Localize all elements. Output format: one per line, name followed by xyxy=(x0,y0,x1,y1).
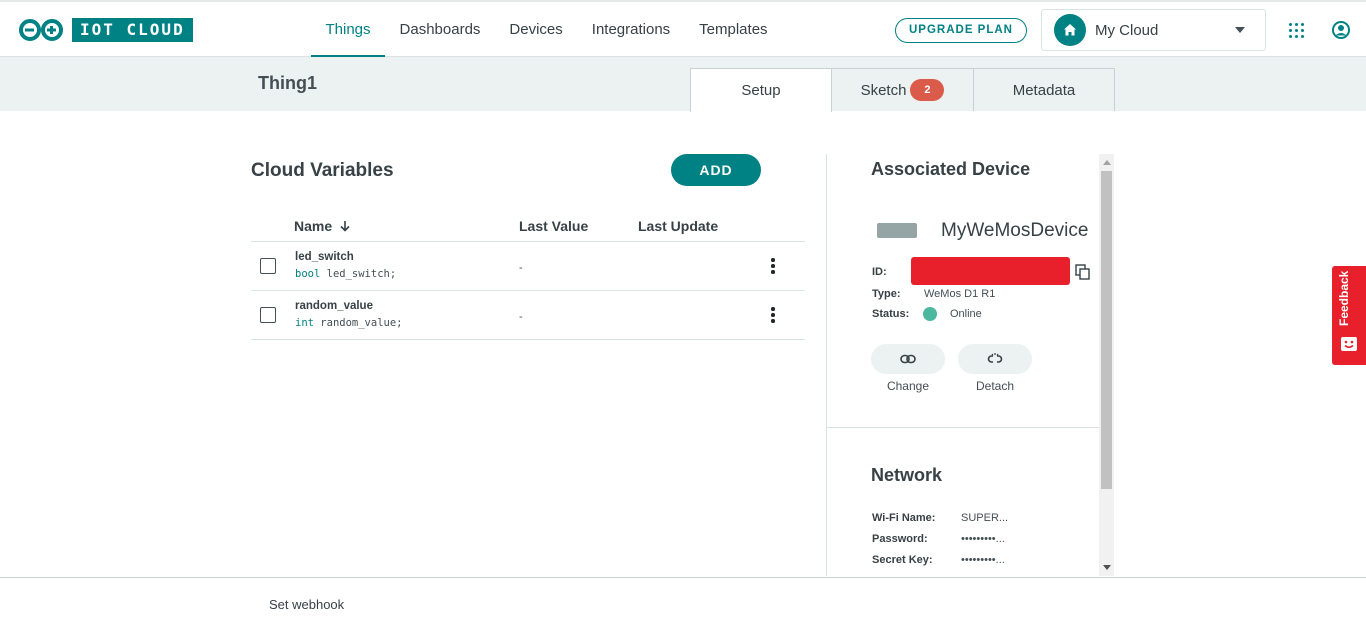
page-title[interactable]: Thing1 xyxy=(258,73,317,94)
cloud-variables-title: Cloud Variables xyxy=(251,160,394,181)
column-name-label: Name xyxy=(294,218,333,234)
variable-last-value: - xyxy=(519,262,523,274)
secret-key-label: Secret Key: xyxy=(872,554,933,566)
change-device-button[interactable] xyxy=(871,344,945,374)
device-panel: Associated Device MyWeMosDevice ID: Type… xyxy=(826,154,1114,576)
thing-tabs: Setup Sketch 2 Metadata xyxy=(690,68,1115,112)
tab-sketch-label: Sketch xyxy=(860,81,907,99)
row-checkbox[interactable] xyxy=(260,307,276,323)
detach-label: Detach xyxy=(975,379,1015,393)
variable-decl-text: led_switch; xyxy=(326,268,397,280)
copy-icon[interactable] xyxy=(1075,264,1091,280)
table-row[interactable]: random_value int random_value; - xyxy=(251,291,805,340)
wifi-name-label: Wi-Fi Name: xyxy=(872,512,936,524)
change-label: Change xyxy=(886,379,930,393)
arduino-logo[interactable]: IOT CLOUD xyxy=(18,18,193,42)
variable-declaration: bool led_switch; xyxy=(295,268,396,280)
link-icon xyxy=(900,354,916,364)
sort-arrow-down-icon xyxy=(340,221,350,232)
network-title: Network xyxy=(871,465,943,485)
row-checkbox[interactable] xyxy=(260,258,276,274)
apps-grid-icon[interactable] xyxy=(1289,23,1305,39)
top-navbar: IOT CLOUD Things Dashboards Devices Inte… xyxy=(0,0,1366,57)
table-row[interactable]: led_switch bool led_switch; - xyxy=(251,242,805,291)
main-nav: Things Dashboards Devices Integrations T… xyxy=(311,2,782,57)
home-icon xyxy=(1054,14,1086,46)
nav-integrations[interactable]: Integrations xyxy=(577,2,684,57)
add-variable-button[interactable]: ADD xyxy=(671,154,761,186)
logo-text: IOT CLOUD xyxy=(72,18,193,42)
tab-sketch[interactable]: Sketch 2 xyxy=(831,68,974,111)
column-name-header[interactable]: Name xyxy=(294,218,351,234)
associated-device-title: Associated Device xyxy=(871,159,1031,179)
detach-device-button[interactable] xyxy=(958,344,1032,374)
tab-metadata[interactable]: Metadata xyxy=(973,68,1115,111)
feedback-icon xyxy=(1341,337,1357,351)
scroll-up-arrow-icon[interactable] xyxy=(1103,160,1111,165)
variable-name: led_switch xyxy=(295,251,354,263)
tab-setup-label: Setup xyxy=(741,82,781,99)
more-options-icon[interactable] xyxy=(769,307,777,323)
device-id-redacted xyxy=(911,257,1070,285)
tab-metadata-label: Metadata xyxy=(1012,81,1076,99)
password-label: Password: xyxy=(872,533,928,545)
device-status-label: Status: xyxy=(872,308,910,320)
variables-table-header: Name Last Value Last Update xyxy=(251,212,805,242)
unlink-icon xyxy=(987,353,1003,363)
chevron-down-icon xyxy=(1235,27,1245,33)
wifi-name-value: SUPER... xyxy=(961,512,1009,524)
footer-bar: Set webhook xyxy=(0,577,1366,626)
board-chip-icon xyxy=(877,223,917,238)
variable-decl-text: random_value; xyxy=(320,317,403,329)
status-online-indicator xyxy=(923,307,937,321)
nav-dashboards[interactable]: Dashboards xyxy=(385,2,495,57)
tab-setup[interactable]: Setup xyxy=(690,68,832,112)
panel-scrollbar-thumb[interactable] xyxy=(1101,171,1112,489)
device-type-label: Type: xyxy=(872,288,901,300)
device-status-value: Online xyxy=(950,308,982,320)
upgrade-plan-button[interactable]: UPGRADE PLAN xyxy=(895,18,1027,43)
section-divider xyxy=(827,427,1101,428)
cloud-selector[interactable]: My Cloud xyxy=(1041,9,1266,51)
thing-header: Thing1 Setup Sketch 2 Metadata xyxy=(0,57,1366,112)
column-last-update-header: Last Update xyxy=(638,218,719,234)
user-account-icon[interactable] xyxy=(1332,21,1350,39)
cloud-selector-label: My Cloud xyxy=(1095,21,1159,39)
sketch-count-badge: 2 xyxy=(910,79,945,101)
variable-type: int xyxy=(295,317,314,329)
infinity-logo-icon xyxy=(18,18,66,42)
variable-declaration: int random_value; xyxy=(295,317,402,329)
password-value: •••••••••... xyxy=(961,533,1005,545)
variable-last-value: - xyxy=(519,311,523,323)
device-name[interactable]: MyWeMosDevice xyxy=(941,220,1088,242)
column-last-value-header: Last Value xyxy=(519,218,589,234)
more-options-icon[interactable] xyxy=(769,258,777,274)
feedback-label: Feedback xyxy=(1337,270,1351,326)
nav-templates[interactable]: Templates xyxy=(685,2,782,57)
secret-key-value: •••••••••... xyxy=(961,554,1005,566)
variable-name: random_value xyxy=(295,300,373,312)
nav-things[interactable]: Things xyxy=(311,2,386,57)
nav-devices[interactable]: Devices xyxy=(495,2,577,57)
device-id-label: ID: xyxy=(872,266,887,278)
set-webhook-link[interactable]: Set webhook xyxy=(269,597,344,612)
feedback-button[interactable]: Feedback xyxy=(1332,266,1366,365)
variable-type: bool xyxy=(295,268,321,280)
scroll-down-arrow-icon[interactable] xyxy=(1103,565,1111,570)
device-type-value: WeMos D1 R1 xyxy=(924,288,996,300)
